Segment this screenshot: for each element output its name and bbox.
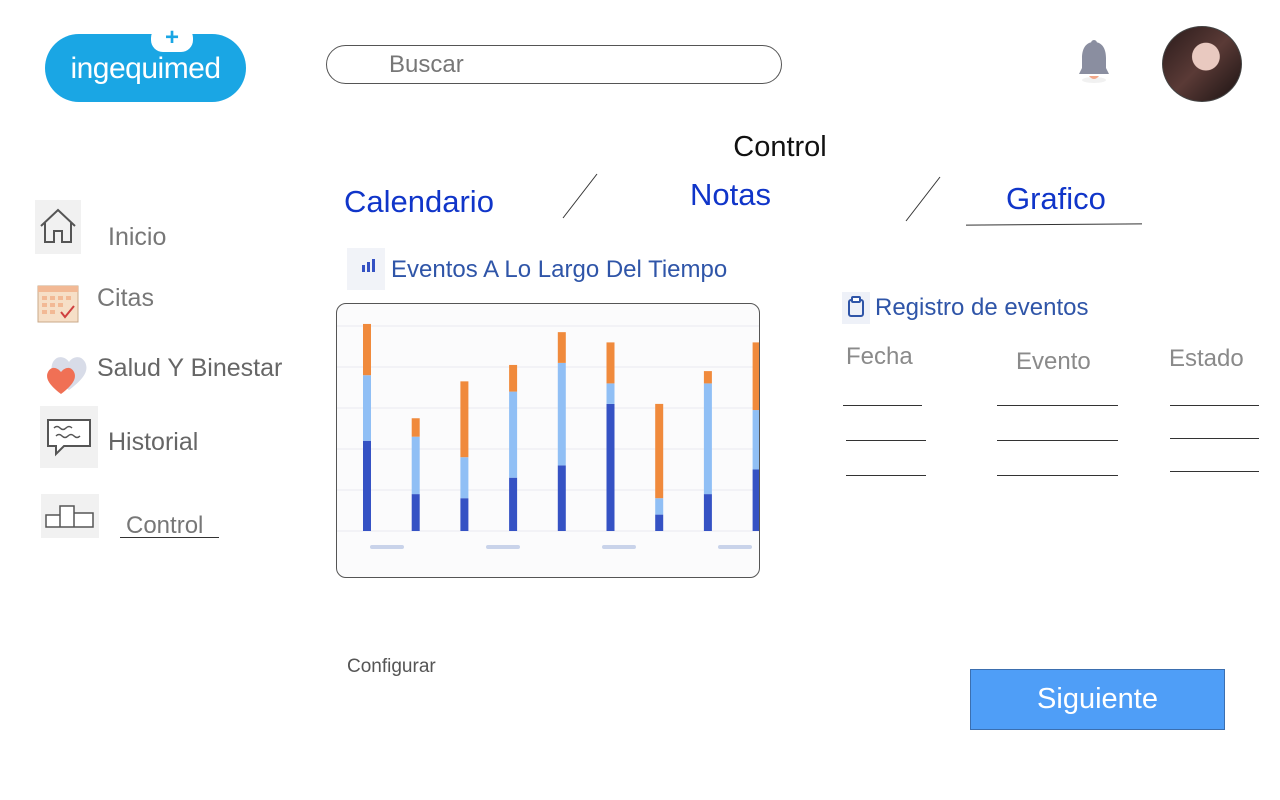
column-header-fecha: Fecha xyxy=(846,343,913,370)
sidebar-item-salud[interactable]: Salud Y Binestar xyxy=(35,346,335,402)
bar-segment xyxy=(703,371,712,384)
fecha-field-line[interactable] xyxy=(846,440,926,441)
sidebar-item-citas[interactable]: Citas xyxy=(35,278,335,328)
bar-segment xyxy=(752,469,759,531)
evento-field-line[interactable] xyxy=(997,405,1118,406)
bar-segment xyxy=(655,514,664,531)
sidebar-item-label: Control xyxy=(126,512,204,539)
bar-segment xyxy=(411,494,420,531)
bar-segment xyxy=(557,465,566,531)
x-tick-label xyxy=(718,545,752,549)
fecha-field-line[interactable] xyxy=(846,475,926,476)
bar-segment xyxy=(752,410,759,470)
bar-segment xyxy=(557,332,566,363)
search-input[interactable] xyxy=(387,50,771,80)
bar-segment xyxy=(411,418,420,437)
active-item-underline xyxy=(120,537,219,538)
logo-badge: + xyxy=(151,24,193,52)
x-tick-label xyxy=(602,545,636,549)
tab-separator xyxy=(905,176,941,222)
bar-segment xyxy=(606,342,615,384)
sidebar-item-control[interactable]: Control xyxy=(40,492,340,542)
bar-segment xyxy=(363,375,371,441)
evento-field-line[interactable] xyxy=(997,440,1118,441)
bar-segment xyxy=(509,477,518,531)
clipboard-icon xyxy=(842,292,870,324)
sidebar-item-label: Historial xyxy=(108,428,199,456)
tab-calendario[interactable]: Calendario xyxy=(344,184,494,220)
home-icon xyxy=(35,200,81,254)
bar-segment xyxy=(606,403,615,531)
events-chart xyxy=(336,303,760,578)
logo-text: ingequimed xyxy=(70,52,221,85)
column-header-estado: Estado xyxy=(1169,345,1244,372)
calendar-icon xyxy=(37,282,81,324)
sidebar-item-historial[interactable]: Historial xyxy=(40,406,340,470)
evento-field-line[interactable] xyxy=(997,475,1118,476)
page-title: Control xyxy=(733,131,827,163)
heart-icon xyxy=(43,350,95,396)
bar-segment xyxy=(606,383,615,404)
active-tab-indicator xyxy=(965,223,1143,226)
sidebar-item-label: Salud Y Binestar xyxy=(97,354,283,382)
bar-segment xyxy=(655,498,664,515)
bell-icon[interactable] xyxy=(1074,38,1114,86)
bar-segment xyxy=(363,323,371,376)
estado-field-line[interactable] xyxy=(1170,438,1259,439)
bar-segment xyxy=(460,381,469,458)
bar-segment xyxy=(655,403,664,499)
configurar-link[interactable]: Configurar xyxy=(347,656,436,678)
x-tick-label xyxy=(486,545,520,549)
estado-field-line[interactable] xyxy=(1170,471,1259,472)
bar-segment xyxy=(460,498,469,531)
tab-separator xyxy=(562,173,598,219)
chart-title: Eventos A Lo Largo Del Tiempo xyxy=(391,256,728,283)
bar-segment xyxy=(703,494,712,531)
bar-segment xyxy=(509,391,518,478)
sidebar-item-inicio[interactable]: Inicio xyxy=(35,200,335,260)
sidebar-item-label: Inicio xyxy=(108,223,167,251)
bar-segment xyxy=(411,436,420,495)
bar-segment xyxy=(557,362,566,466)
bar-chart-icon xyxy=(347,248,385,290)
x-tick-label xyxy=(370,545,404,549)
bar-segment xyxy=(509,364,518,392)
bar-segment xyxy=(703,383,712,495)
brand-logo[interactable]: + ingequimed xyxy=(45,24,246,102)
registro-title: Registro de eventos xyxy=(875,294,1089,321)
user-avatar[interactable] xyxy=(1162,26,1242,102)
estado-field-line[interactable] xyxy=(1170,405,1259,406)
column-header-evento: Evento xyxy=(1016,348,1091,375)
bar-segment xyxy=(752,342,759,411)
chart-svg xyxy=(337,323,759,549)
podium-icon xyxy=(41,494,99,538)
tab-grafico[interactable]: Grafico xyxy=(1006,181,1106,217)
bar-segment xyxy=(363,440,371,531)
bar-segment xyxy=(460,457,469,499)
search-bar[interactable] xyxy=(326,45,782,84)
tab-notas[interactable]: Notas xyxy=(690,177,771,213)
fecha-field-line[interactable] xyxy=(843,405,922,406)
siguiente-button[interactable]: Siguiente xyxy=(970,669,1225,730)
sidebar-item-label: Citas xyxy=(97,284,154,312)
chat-icon xyxy=(40,406,98,468)
